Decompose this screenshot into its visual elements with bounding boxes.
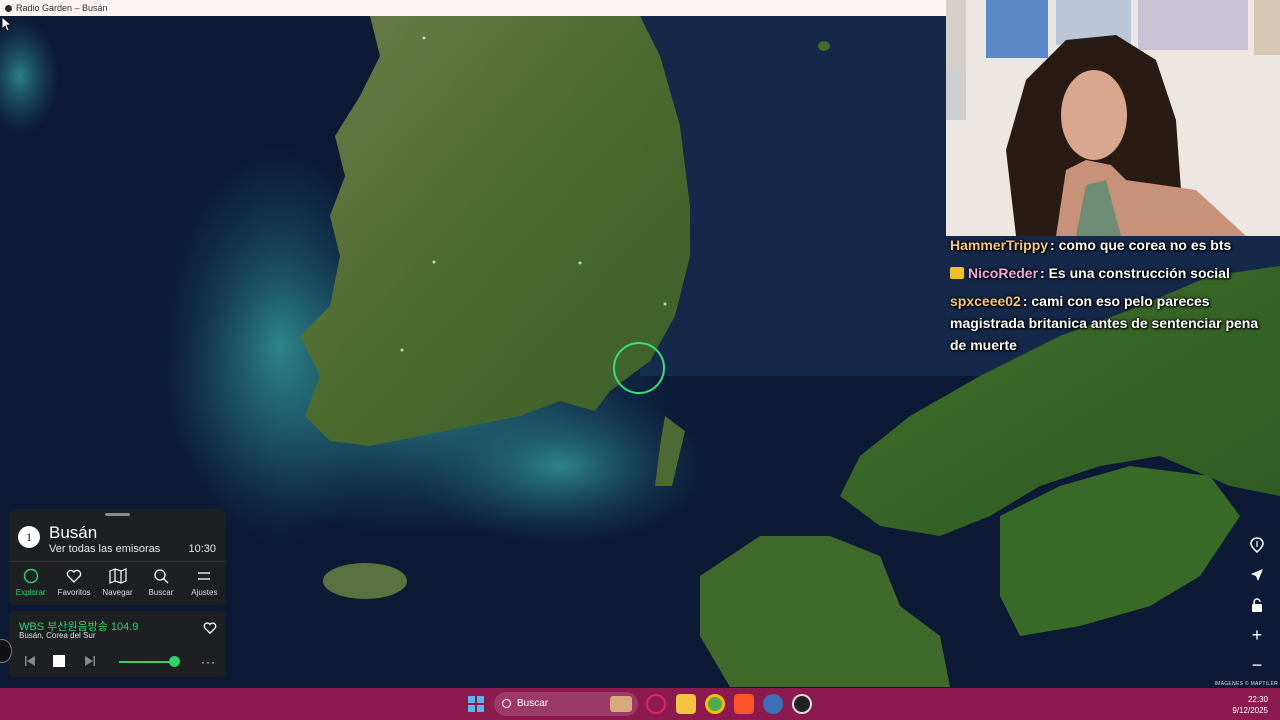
map-controls: + − <box>1241 530 1273 680</box>
radio-garden-app-icon <box>5 4 12 12</box>
search-icon <box>502 699 511 708</box>
zoom-in-button[interactable]: + <box>1241 620 1273 650</box>
windows-taskbar: Buscar 22:30 9/12/2025 <box>0 688 1280 720</box>
navigation-arrow-icon <box>1251 569 1263 581</box>
heart-icon <box>66 569 82 583</box>
chat-message: NicoReder: Es una construcción social <box>948 260 1278 288</box>
now-playing-bar: WBS 부산원음방송 104.9 Busán, Corea del Sur ··… <box>9 611 226 677</box>
chat-username: NicoReder <box>968 265 1039 281</box>
next-icon[interactable] <box>84 656 96 666</box>
taskbar-search-placeholder: Buscar <box>517 698 549 709</box>
file-explorer-icon[interactable] <box>676 694 696 714</box>
chrome-icon[interactable] <box>705 694 725 714</box>
nav-favorites[interactable]: Favoritos <box>52 565 95 601</box>
menu-icon <box>198 572 211 580</box>
bottom-nav: Explorar Favoritos Navegar Buscar Ajuste… <box>9 565 226 601</box>
system-clock[interactable]: 22:30 9/12/2025 <box>1232 694 1268 716</box>
station-count-badge: 1 <box>18 526 40 548</box>
taskbar-search[interactable]: Buscar <box>494 692 638 716</box>
selected-station-ring[interactable] <box>613 342 665 394</box>
windows-logo-tile <box>477 705 484 712</box>
window-titlebar: Radio Garden – Busán <box>0 0 946 16</box>
screen: Radio Garden – Busán HammerTrippy: como … <box>0 0 1280 720</box>
search-icon <box>154 569 169 584</box>
pin-icon <box>1250 537 1264 553</box>
previous-icon[interactable] <box>24 656 36 666</box>
start-button[interactable] <box>468 696 484 712</box>
chat-message: HammerTrippy: como que corea no es bts <box>948 232 1278 260</box>
obs-icon[interactable] <box>792 694 812 714</box>
chat-text: : como que corea no es bts <box>1050 237 1232 253</box>
chat-username: HammerTrippy <box>950 237 1049 253</box>
opera-icon[interactable] <box>646 694 666 714</box>
chat-text: : Es una construcción social <box>1040 265 1230 281</box>
lock-icon <box>1252 598 1262 612</box>
windows-logo-tile <box>468 705 475 712</box>
search-highlight-icon <box>610 696 632 712</box>
windows-logo-tile <box>477 696 484 703</box>
globe-view-button[interactable] <box>1241 530 1273 560</box>
nav-browse-label: Navegar <box>102 588 133 597</box>
panel-divider <box>9 561 226 562</box>
nav-explore[interactable]: Explorar <box>9 565 52 601</box>
nav-explore-label: Explorar <box>15 588 46 597</box>
clock-time: 22:30 <box>1247 695 1268 704</box>
nav-settings-label: Ajustes <box>191 588 218 597</box>
window-title: Radio Garden – Busán <box>16 3 108 13</box>
locate-me-button[interactable] <box>1241 560 1273 590</box>
lock-button[interactable] <box>1241 590 1273 620</box>
explore-icon <box>23 568 38 584</box>
more-options-button[interactable]: ··· <box>201 655 216 669</box>
nav-search-label: Buscar <box>148 588 174 597</box>
location-title[interactable]: Busán <box>49 523 97 543</box>
nav-settings[interactable]: Ajustes <box>183 565 226 601</box>
map-attribution: IMÁGENES © MAPTILER <box>1214 681 1278 687</box>
zoom-out-button[interactable]: − <box>1241 650 1273 680</box>
ccleaner-icon[interactable] <box>763 694 783 714</box>
location-panel: 1 Busán Ver todas las emisoras 10:30 Exp… <box>9 509 226 605</box>
panel-drag-handle[interactable] <box>105 513 130 516</box>
crown-badge-icon <box>950 267 964 279</box>
nav-search[interactable]: Buscar <box>139 565 182 601</box>
local-time: 10:30 <box>188 543 216 555</box>
chat-username: spxceee02 <box>950 293 1021 309</box>
clock-date: 9/12/2025 <box>1232 706 1268 715</box>
favorite-heart-icon[interactable] <box>203 621 217 634</box>
webcam-image <box>946 0 1280 236</box>
map-icon <box>108 568 127 584</box>
stop-button[interactable] <box>53 655 65 667</box>
station-location: Busán, Corea del Sur <box>19 631 96 640</box>
stream-chat: HammerTrippy: como que corea no es bts N… <box>948 232 1278 360</box>
webcam-feed <box>946 0 1280 236</box>
mouse-cursor-icon <box>1 16 12 32</box>
see-all-stations-link[interactable]: Ver todas las emisoras <box>49 543 160 555</box>
brave-icon[interactable] <box>734 694 754 714</box>
nav-favorites-label: Favoritos <box>57 588 91 597</box>
chat-message: spxceee02: cami con eso pelo pareces mag… <box>948 288 1278 360</box>
windows-logo-tile <box>468 696 475 703</box>
volume-knob[interactable] <box>169 656 181 667</box>
nav-browse[interactable]: Navegar <box>96 565 139 601</box>
